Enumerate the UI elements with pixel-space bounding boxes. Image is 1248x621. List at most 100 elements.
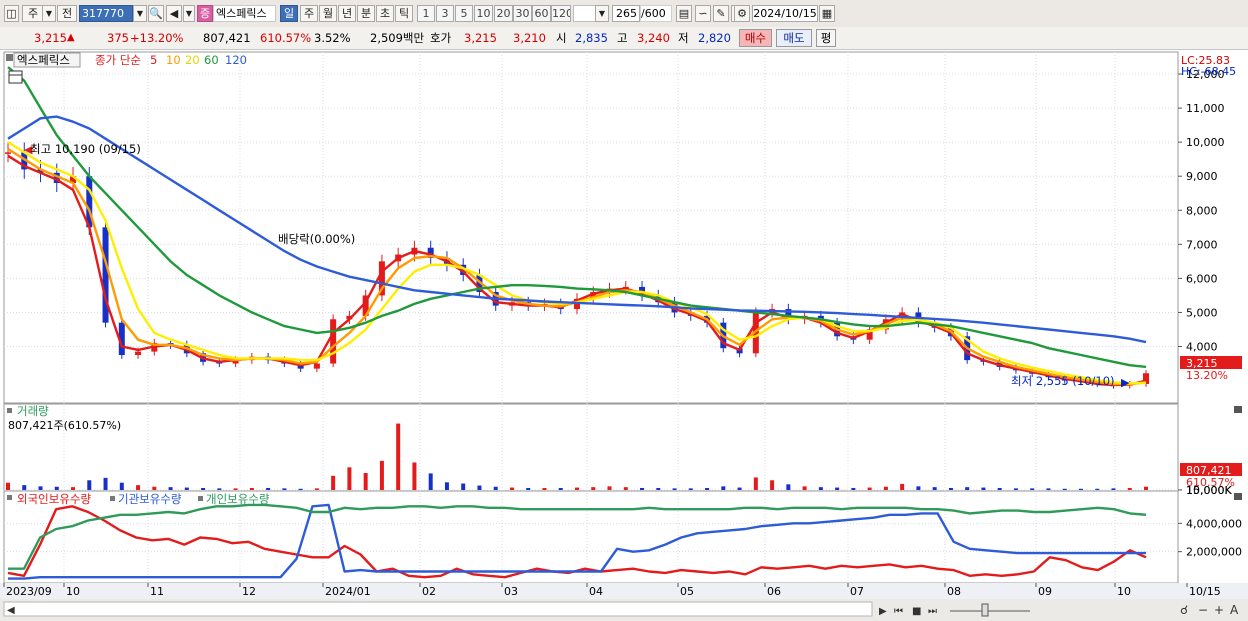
tool-icon[interactable]: ✎ [713,5,729,22]
buy-button[interactable]: 매수 [739,29,772,47]
scroll-last-icon[interactable]: ⏭ [928,606,937,617]
volume-bar [71,487,76,490]
volume-bar [721,486,726,490]
interval-20[interactable]: 20 [494,5,513,22]
holdings-close-icon[interactable] [1234,493,1242,500]
x-tick-label: 05 [680,585,694,598]
interval-120[interactable]: 120 [551,5,571,22]
count-input[interactable]: 265 [612,5,640,22]
scroll-left-icon[interactable]: ◀ [7,605,15,616]
volume-bar [331,475,336,490]
tab-period-second[interactable]: 초 [376,5,394,22]
period-type-select[interactable]: 주 [22,5,44,22]
volume-bar [509,487,514,490]
low-price: 2,820 [698,31,731,45]
ask-price: 3,215 [464,31,497,45]
chart-scrollbar[interactable] [3,601,873,617]
zoom-out-icon[interactable]: − [1198,603,1208,617]
volume-bar [217,488,222,490]
volume-bar [1013,488,1018,490]
volume-bar [802,486,807,490]
panel-grip-icon[interactable] [6,54,13,61]
hc-label: HC:-68.45 [1181,65,1236,78]
volume-bar [119,482,124,490]
volume-bar [1030,488,1035,490]
zoom-in-icon[interactable]: + [1214,603,1224,617]
volume-bar [233,488,238,490]
volume-close-icon[interactable] [1234,406,1242,413]
chevron-down-icon[interactable]: ▼ [42,5,56,22]
tab-period-year[interactable]: 년 [338,5,356,22]
speaker-icon[interactable]: ◀ [166,5,182,22]
legend-ma120: 120 [225,53,247,67]
candle-type-icon[interactable]: ▤ [676,5,692,22]
volume-bar [623,487,628,490]
volume-bar [6,482,10,490]
gear-icon[interactable]: ⚙ [734,5,750,22]
indicator-icon[interactable]: ∽ [695,5,711,22]
stock-code-dropdown-icon[interactable]: ▼ [133,5,147,22]
interval-1[interactable]: 1 [417,5,435,22]
interval-dropdown-icon[interactable]: ▼ [595,5,609,22]
tab-period-tick[interactable]: 틱 [395,5,413,22]
tab-period-day[interactable]: 일 [280,5,298,22]
search-icon[interactable]: 🔍 [148,5,164,22]
annotation-high: 최고 10,190 (09/15) [30,142,141,156]
zoom-slider-handle[interactable] [981,603,989,617]
interval-30[interactable]: 30 [513,5,532,22]
candle-body [330,319,337,364]
calendar-icon[interactable]: ▦ [819,5,835,22]
stop-icon[interactable]: ■ [912,606,921,617]
volume-bar [688,488,693,490]
current-price: 3,215 [34,31,67,45]
interval-10[interactable]: 10 [474,5,493,22]
chart-menu-icon[interactable]: ◫ [4,5,19,22]
volume-bar [136,485,141,490]
tab-period-month[interactable]: 월 [319,5,337,22]
holdings-grip-icon[interactable] [7,495,12,500]
interval-5[interactable]: 5 [455,5,473,22]
x-tick-label: 09 [1038,585,1052,598]
stock-chart[interactable]: ◀ ▶ 2023/09 10 11 12 2024/01 02 03 04 05 06 07 08 09 1… [0,49,1248,621]
volume-grip-icon[interactable] [7,408,12,413]
volume-bar [916,486,921,490]
font-size-icon[interactable]: A [1230,603,1239,617]
scroll-right-icon[interactable]: ▶ [879,606,887,617]
x-tick-label: 08 [947,585,961,598]
volume-bar [542,487,547,490]
volume-bar [867,487,872,490]
up-arrow-icon: ▲ [67,32,75,43]
interval-60[interactable]: 60 [532,5,551,22]
x-tick-label: 02 [422,585,436,598]
tab-period-week[interactable]: 주 [300,5,318,22]
interval-3[interactable]: 3 [436,5,454,22]
search-icon[interactable]: ☌ [1180,603,1188,617]
eval-button[interactable]: 평 [816,29,836,47]
legend-sep-icon [110,496,115,501]
volume-bar [1078,488,1083,490]
stock-code-input[interactable]: 317770 [79,5,133,22]
price-y-tick: 6,000 [1186,272,1218,285]
legend-ma10: 10 [166,53,181,67]
stock-name: 엑스페릭스 [213,5,276,22]
x-tick-label: 10 [1117,585,1131,598]
volume-bar [201,487,206,490]
holdings-y-tick: 4,000,000 [1186,517,1242,530]
volume-bar [851,487,856,490]
volume-bar [54,486,59,490]
turnover-pct: 3.52% [314,31,351,45]
calendar-icon[interactable] [8,70,23,84]
scroll-first-icon[interactable]: ⏮ [894,606,903,617]
tab-period-minute[interactable]: 분 [357,5,375,22]
candle-body [313,363,320,369]
volume-value: 807,421 [203,31,251,45]
volume-bar [87,480,92,490]
prev-button[interactable]: 전 [57,5,77,22]
volume-bar [900,483,905,490]
date-input[interactable]: 2024/10/15 [752,5,818,22]
speaker-dropdown-icon[interactable]: ▼ [183,5,195,22]
price-change: 375 [107,31,129,45]
sell-button[interactable]: 매도 [776,29,812,47]
legend-individual: 개인보유수량 [206,492,270,506]
volume-bar [1111,488,1116,490]
